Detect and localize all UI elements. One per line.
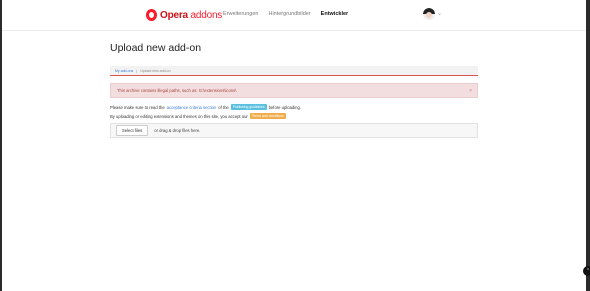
main-nav: Erweiterungen Hintergrundbilder Entwickl…: [223, 11, 348, 17]
nav-extensions[interactable]: Erweiterungen: [223, 11, 258, 17]
guidelines-pre: Please make sure to read the: [110, 104, 165, 110]
drop-hint: or drag & drop files here.: [154, 128, 201, 133]
close-icon[interactable]: ×: [469, 88, 472, 94]
guidelines-mid: of the: [218, 104, 229, 110]
user-avatar[interactable]: [423, 8, 435, 20]
breadcrumb-separator: |: [136, 68, 138, 73]
logo-text: Opera addons: [160, 10, 222, 21]
error-alert: This archive contains illegal paths, suc…: [110, 83, 478, 98]
logo-brand: Opera: [160, 9, 188, 21]
file-dropzone[interactable]: Select files or drag & drop files here.: [110, 123, 478, 138]
select-files-button[interactable]: Select files: [116, 125, 149, 136]
nav-developer[interactable]: Entwickler: [321, 11, 349, 17]
breadcrumb: My add-ons | Upload new add-on: [110, 66, 478, 76]
breadcrumb-my-addons[interactable]: My add-ons: [115, 69, 133, 73]
opera-logo-icon: [146, 9, 157, 21]
logo-sub: addons: [190, 9, 223, 21]
nav-wallpapers[interactable]: Hintergrundbilder: [268, 11, 310, 17]
guidelines-post: before uploading.: [268, 104, 301, 110]
scroll-up-icon[interactable]: ⌃: [583, 266, 590, 276]
page: Opera addons Erweiterungen Hintergrundbi…: [2, 0, 586, 291]
publishing-guidelines-badge[interactable]: Publishing guidelines: [230, 104, 267, 110]
acceptance-criteria-link[interactable]: acceptance criteria section: [167, 105, 217, 110]
guidelines-text: Please make sure to read the acceptance …: [110, 104, 301, 110]
opera-addons-logo[interactable]: Opera addons: [146, 8, 222, 22]
terms-badge[interactable]: Terms and conditions: [249, 113, 286, 119]
top-navbar: Opera addons Erweiterungen Hintergrundbi…: [2, 0, 586, 31]
terms-text: By uploading or editing extensions and t…: [110, 113, 286, 119]
avatar-face: [426, 12, 432, 18]
terms-pre: By uploading or editing extensions and t…: [110, 113, 248, 119]
alert-message: This archive contains illegal paths, suc…: [117, 88, 237, 93]
page-title: Upload new add-on: [110, 42, 202, 54]
chevron-down-icon[interactable]: ⌄: [437, 10, 442, 17]
breadcrumb-current: Upload new add-on: [140, 68, 171, 73]
